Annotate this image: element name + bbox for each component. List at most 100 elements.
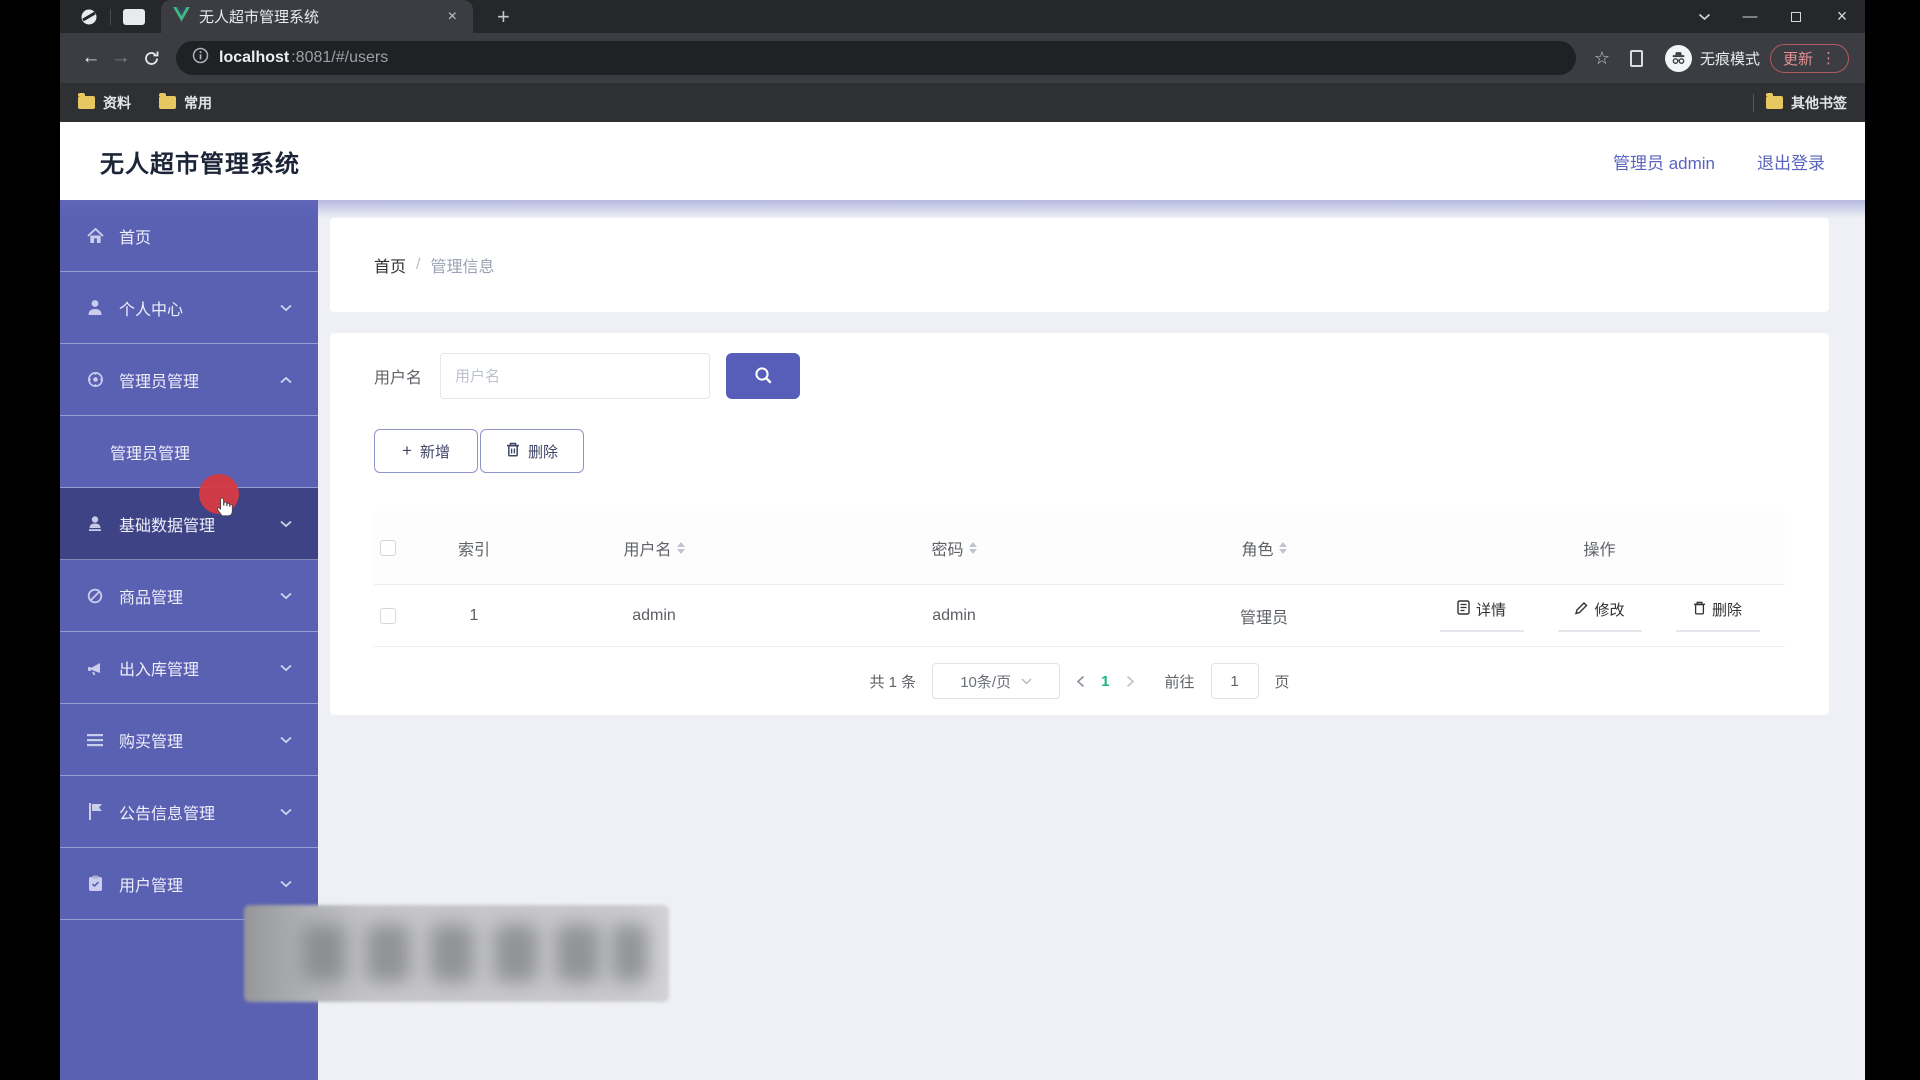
minimize-button[interactable]: — <box>1727 0 1773 33</box>
sidebar-item-purchase-management[interactable]: 购买管理 <box>60 704 318 776</box>
plus-icon: + <box>402 441 412 461</box>
delete-button[interactable]: 删除 <box>480 429 584 473</box>
browser-toolbar: ← → localhost :8081/#/users ☆ 无痕模式 更新 ⋮ <box>60 33 1865 83</box>
restore-button[interactable] <box>1773 0 1819 33</box>
search-button[interactable] <box>726 353 800 399</box>
column-header-password[interactable]: 密码 <box>794 536 1114 560</box>
pinned-tab[interactable] <box>117 0 151 33</box>
address-bar[interactable]: localhost :8081/#/users <box>176 41 1576 75</box>
blurred-watermark <box>244 905 669 1002</box>
browser-menu-dots-icon[interactable]: ⋮ <box>1821 49 1836 67</box>
home-icon <box>86 227 104 245</box>
page-info-icon[interactable] <box>192 47 209 69</box>
trash-icon <box>506 442 520 461</box>
page-size-select[interactable]: 10条/页 <box>932 663 1060 699</box>
close-button[interactable]: × <box>1819 0 1865 33</box>
logout-link[interactable]: 退出登录 <box>1757 149 1825 174</box>
action-underline <box>1558 630 1642 632</box>
forward-icon[interactable]: → <box>106 43 136 73</box>
tab-close-icon[interactable]: × <box>444 8 461 26</box>
detail-action[interactable]: 详情 <box>1440 599 1524 632</box>
add-button[interactable]: + 新增 <box>374 429 478 473</box>
column-header-index[interactable]: 索引 <box>434 536 514 560</box>
person-icon <box>86 515 104 533</box>
column-header-role[interactable]: 角色 <box>1114 536 1414 560</box>
update-button[interactable]: 更新 ⋮ <box>1770 44 1849 73</box>
clipboard-icon <box>86 875 104 893</box>
update-label: 更新 <box>1783 48 1813 69</box>
reload-icon[interactable] <box>136 43 166 73</box>
bookmark-folder-ziliao[interactable]: 资料 <box>78 93 131 113</box>
sidebar-item-personal-center[interactable]: 个人中心 <box>60 272 318 344</box>
chevron-down-icon <box>280 808 292 816</box>
pen-icon <box>1574 601 1588 619</box>
next-page-icon[interactable] <box>1126 675 1135 688</box>
sidebar-item-label: 公告信息管理 <box>119 800 215 824</box>
active-browser-tab[interactable]: 无人超市管理系统 × <box>161 0 473 33</box>
table-row: 1 admin admin 管理员 <box>374 585 1785 647</box>
chevron-down-icon <box>1021 678 1032 685</box>
column-header-username[interactable]: 用户名 <box>514 536 794 560</box>
sidebar-item-announcement-management[interactable]: 公告信息管理 <box>60 776 318 848</box>
add-button-label: 新增 <box>420 441 450 462</box>
globe-icon[interactable] <box>74 0 104 33</box>
chevron-down-icon <box>280 664 292 672</box>
current-page-number[interactable]: 1 <box>1101 673 1109 690</box>
other-bookmarks[interactable]: 其他书签 <box>1766 93 1847 113</box>
hand-cursor-icon <box>212 493 238 519</box>
row-checkbox[interactable] <box>380 608 396 624</box>
folder-icon <box>78 96 95 109</box>
breadcrumb-home-link[interactable]: 首页 <box>374 253 406 277</box>
new-tab-button[interactable]: + <box>489 4 518 30</box>
tab-separator <box>110 9 111 25</box>
admin-table: 索引 用户名 密码 角色 <box>374 511 1785 647</box>
row-delete-label: 删除 <box>1712 599 1742 620</box>
chevron-down-icon <box>280 880 292 888</box>
page-unit-label: 页 <box>1275 671 1290 692</box>
bookmark-star-icon[interactable]: ☆ <box>1586 48 1618 69</box>
sidebar-item-label: 出入库管理 <box>119 656 199 680</box>
sidebar-item-product-management[interactable]: 商品管理 <box>60 560 318 632</box>
breadcrumb: 首页 / 管理信息 <box>330 218 1829 312</box>
sort-carets-icon[interactable] <box>969 542 977 554</box>
breadcrumb-separator: / <box>416 256 420 274</box>
other-bookmarks-label: 其他书签 <box>1791 93 1847 113</box>
window-controls: — × <box>1681 0 1865 33</box>
row-delete-action[interactable]: 删除 <box>1676 599 1760 632</box>
sidebar-item-inout-warehouse-management[interactable]: 出入库管理 <box>60 632 318 704</box>
back-icon[interactable]: ← <box>76 43 106 73</box>
sort-carets-icon[interactable] <box>677 542 685 554</box>
vue-logo-icon <box>173 7 190 27</box>
prev-page-icon[interactable] <box>1076 675 1085 688</box>
sidebar-item-basic-data-management[interactable]: 基础数据管理 <box>60 488 318 560</box>
column-header-actions: 操作 <box>1414 536 1785 560</box>
chevron-down-icon <box>280 520 292 528</box>
username-search-input[interactable] <box>440 353 710 399</box>
browser-menu-chevron-icon[interactable] <box>1681 0 1727 33</box>
megaphone-icon <box>86 659 104 677</box>
side-panel-icon[interactable] <box>1630 50 1643 67</box>
goods-icon <box>86 587 104 605</box>
sidebar-item-label: 首页 <box>119 224 151 248</box>
sidebar-item-admin-management[interactable]: 管理员管理 <box>60 344 318 416</box>
delete-button-label: 删除 <box>528 441 558 462</box>
action-underline <box>1676 630 1760 632</box>
sort-carets-icon[interactable] <box>1279 542 1287 554</box>
chevron-down-icon <box>280 592 292 600</box>
folder-icon <box>1766 96 1783 109</box>
current-user-label[interactable]: 管理员 admin <box>1613 149 1715 174</box>
bookmark-folder-changyong[interactable]: 常用 <box>159 93 212 113</box>
sidebar-item-home[interactable]: 首页 <box>60 200 318 272</box>
select-all-checkbox[interactable] <box>380 540 396 556</box>
goto-page-input[interactable] <box>1211 663 1259 699</box>
user-icon <box>86 299 104 317</box>
action-underline <box>1440 630 1524 632</box>
table-toolbar: + 新增 删除 <box>374 429 1785 473</box>
sidebar-subitem-admin-management[interactable]: 管理员管理 <box>60 416 318 488</box>
edit-label: 修改 <box>1594 599 1624 620</box>
list-icon <box>86 731 104 749</box>
breadcrumb-current: 管理信息 <box>430 253 494 277</box>
sidebar-item-label: 管理员管理 <box>119 368 199 392</box>
edit-action[interactable]: 修改 <box>1558 599 1642 632</box>
pinned-tab-favicon-icon <box>123 9 145 25</box>
